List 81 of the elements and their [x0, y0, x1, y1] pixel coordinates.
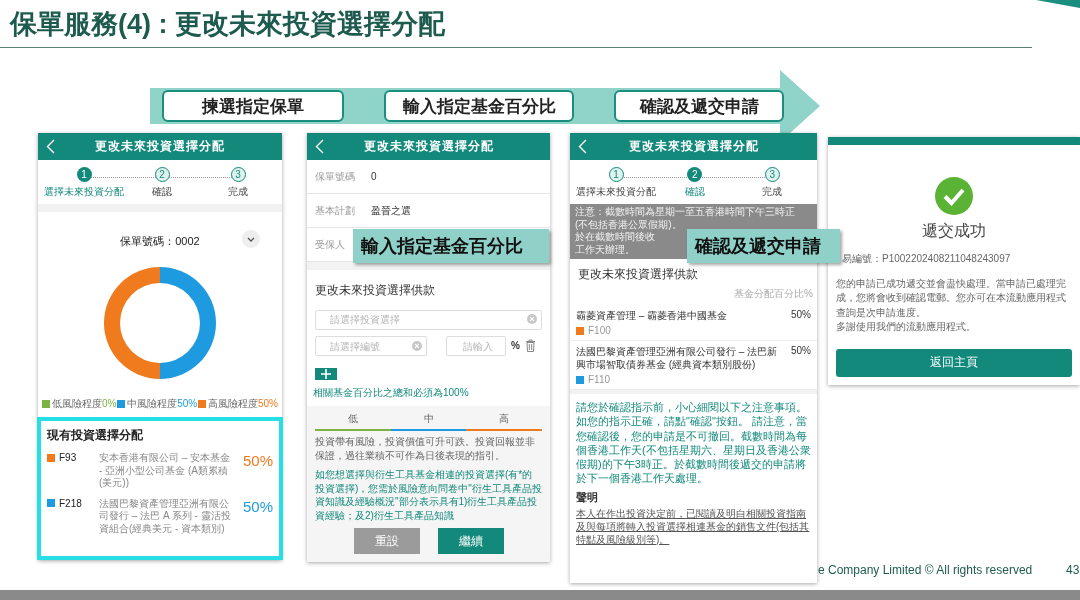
fund-code: F110: [588, 374, 611, 385]
declaration-text: 本人在作出投資決定前，已閱讀及明白相關投資指南及與每項將轉入投資選擇相連基金的銷售文件(包括其特點及風險級別等)。: [575, 506, 811, 546]
add-button[interactable]: [315, 368, 337, 380]
field-label: 受保人: [315, 237, 346, 252]
step-number: 3: [764, 167, 780, 182]
continue-button[interactable]: 繼續: [437, 528, 504, 554]
step-number: 1: [76, 167, 92, 182]
slide-title: 保單服務(4) : 更改未來投資選擇分配: [10, 8, 445, 41]
step-label: 確認: [152, 185, 172, 199]
checkmark-icon: [935, 177, 973, 215]
fund-name: 安本香港有限公司 – 安本基金 - 亞洲小型公司基金 (A類累積(美元)): [99, 452, 232, 490]
thanks-text: 多謝使用我們的流動應用程式。: [835, 320, 977, 334]
success-message: 您的申請已成功遞交並會盡快處理。當申請已處理完成，您將會收到確認電郵。您亦可在本流動應用程式查詢是次申請進度。: [835, 276, 1067, 320]
process-step: 確認及遞交申請: [614, 90, 784, 122]
section-title: 更改未來投資選擇供款: [314, 282, 436, 299]
confirm-note: 請您於確認指示前，小心細閱以下之注意事項。如您的指示正確，請點"確認"按鈕。 請注意，當您確認後，您的申請是不可撤回。截數時間為每個香港工作天(不包括星期六、星期日及香港公衆假期)的下午3時正。於截數時間後遞交的申請將於下一個香港工作天處理。: [570, 390, 817, 488]
notice-text: (不包括香港公眾假期)。: [575, 218, 682, 231]
screen-title: 更改未來投資選擇分配: [362, 138, 495, 155]
copyright-text: e Company Limited © All rights reserved: [818, 563, 1033, 577]
declaration-title: 聲明: [575, 489, 599, 505]
back-icon[interactable]: [578, 139, 587, 154]
step-label: 確認: [684, 185, 705, 199]
section-title: 更改未來投資選擇供款: [577, 266, 699, 283]
notice-text: 工作天辦理。: [575, 243, 635, 256]
transaction-number: 易編號：P1002202408211048243097: [841, 252, 1012, 266]
fund-code: F218: [59, 497, 82, 509]
step-number: 3: [230, 167, 246, 182]
step-number: 1: [608, 167, 624, 182]
back-icon[interactable]: [46, 139, 55, 154]
step-label: 選擇未來投資分配: [44, 185, 124, 199]
risk-level: 中: [390, 412, 467, 431]
step-label: 完成: [762, 185, 783, 199]
trash-icon[interactable]: [524, 339, 536, 353]
legend-label: 中風險程度50%: [127, 397, 198, 411]
policy-number: 保單號碼：0002: [120, 234, 200, 249]
corner-accent: [1036, 0, 1080, 8]
disclaimer-text: 投資帶有風險，投資價值可升可跌。投資回報並非保證，過往業積不可作為日後表現的指引。: [315, 435, 536, 462]
fund-select[interactable]: 請選擇投資選擇: [315, 309, 542, 330]
legend-label: 高風險程度50%: [207, 397, 278, 411]
step-label: 完成: [228, 185, 248, 199]
step-number: 2: [687, 167, 703, 182]
back-icon[interactable]: [315, 139, 324, 154]
field-label: 基本計劃: [315, 203, 356, 218]
fund-name: 法國巴黎資產管理亞洲有限公司發行 – 法巴 A 系列 - 靈活投資組合(經典美元 - 資本類別): [99, 497, 232, 535]
hint-text: 相關基金百分比之總和必須為100%: [312, 386, 470, 400]
fund-code: F93: [59, 452, 77, 463]
reset-button[interactable]: 重設: [353, 528, 420, 554]
page-number: 43: [1066, 563, 1080, 577]
fund-percent: 50%: [791, 309, 811, 322]
callout-label: 輸入指定基金百分比: [353, 229, 549, 263]
legend-label: 低風險程度0%: [52, 397, 117, 411]
fund-code: F100: [588, 325, 611, 336]
step-label: 選擇未來投資分配: [576, 185, 656, 199]
section-title: 現有投資選擇分配: [47, 427, 144, 444]
field-value: 0: [371, 171, 377, 182]
fund-percent: 50%: [241, 497, 273, 515]
fund-name: 霸菱資產管理 – 霸菱香港中國基金: [576, 309, 728, 322]
derivative-note: 如您想選擇與衍生工具基金相連的投資選擇(有*的投資選擇)，您需於風險意向問卷中"衍生工具產品投資知識及經驗概況"部分表示具有1)衍生工具產品投資經驗；及2)衍生工具產品知識: [315, 468, 542, 522]
code-select[interactable]: 請選擇編號: [315, 336, 427, 356]
callout-label: 確認及遞交申請: [687, 229, 840, 263]
column-label: 基金分配百分比%: [733, 287, 814, 301]
risk-level: 低: [315, 412, 391, 431]
plus-icon: [320, 368, 332, 380]
screen-title: 更改未來投資選擇分配: [627, 138, 760, 155]
chevron-down-icon[interactable]: [242, 230, 260, 248]
step-number: 2: [154, 167, 170, 182]
process-step: 輸入指定基金百分比: [384, 90, 574, 122]
percent-field[interactable]: 請輸入: [446, 336, 506, 356]
fund-name: 法國巴黎資產管理亞洲有限公司發行 – 法巴新興市場智取債券基金 (經典資本類別股份): [576, 345, 779, 371]
notice-text: 於在截數時間後收: [575, 231, 655, 244]
fund-percent: 50%: [241, 452, 273, 469]
process-step: 揀選指定保單: [162, 90, 344, 122]
notice-text: 注意：截數時間為星期一至五香港時間下午三時正: [575, 206, 795, 219]
home-button[interactable]: 返回主頁: [836, 348, 1072, 377]
risk-level: 高: [466, 412, 542, 431]
field-label: 保單號碼: [315, 169, 356, 184]
success-title: 遞交成功: [921, 221, 987, 241]
screen-title: 更改未來投資選擇分配: [94, 138, 226, 155]
percent-sign: %: [511, 340, 520, 352]
field-value: 盈晉之選: [371, 203, 411, 218]
fund-percent: 50%: [791, 345, 811, 358]
